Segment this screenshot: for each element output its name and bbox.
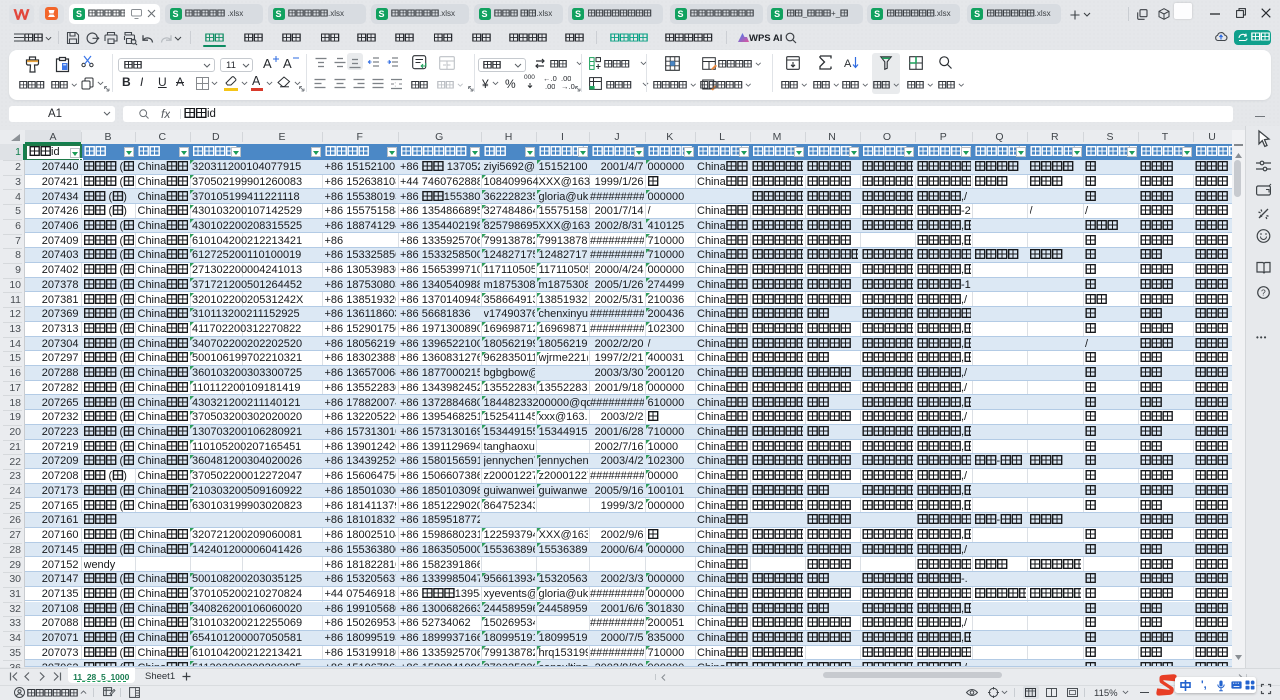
svg-text::: : bbox=[394, 81, 396, 88]
svg-text:?: ? bbox=[1261, 287, 1266, 297]
svg-text:A: A bbox=[844, 58, 852, 70]
